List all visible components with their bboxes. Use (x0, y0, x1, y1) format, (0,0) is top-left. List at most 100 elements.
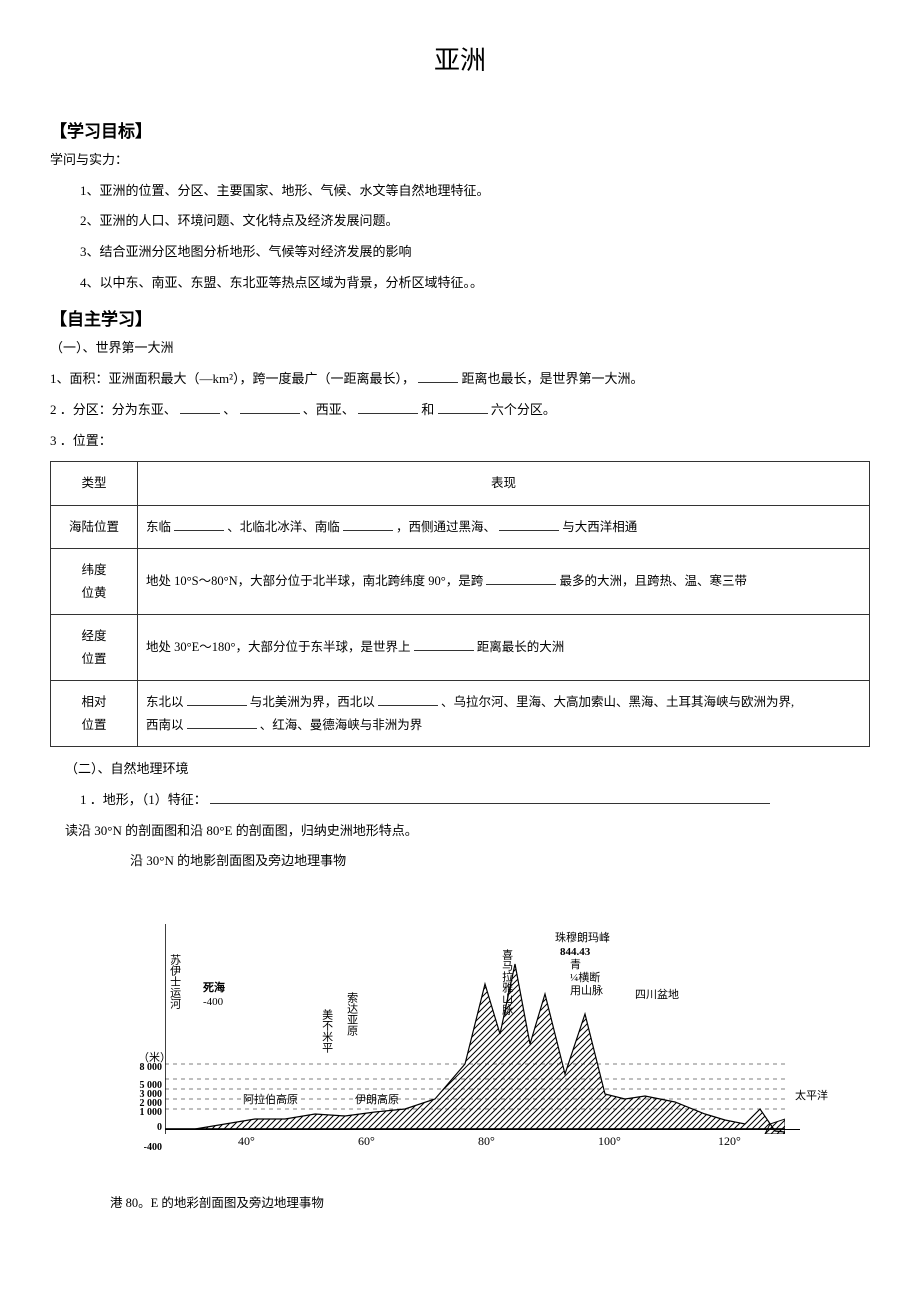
ytick-neg400: -400 (120, 1142, 162, 1153)
annot-arab-plateau: 阿拉伯高原 (243, 1094, 298, 1107)
r4-l2: 位置 (81, 718, 106, 732)
ytick-1000: 1 000 (120, 1107, 162, 1118)
blank-r4c[interactable] (187, 715, 257, 729)
blank-r2[interactable] (486, 572, 556, 586)
blank-p1[interactable] (180, 400, 220, 414)
r4-l2b: 、红海、曼德海峡与非洲为界 (260, 718, 423, 732)
objectives-sub: 学问与实力： (50, 148, 870, 173)
x-axis (165, 1129, 800, 1130)
area-pre: 1、面积：亚洲面积最大（—km²），跨一度最广（一距离最长）， (50, 371, 415, 386)
ytick-8000: 8 000 (120, 1062, 162, 1073)
table-row: 纬度 位黄 地处 10°S～80°N，大部分位于北半球，南北跨纬度 90°，是跨… (51, 549, 870, 615)
r1-post: 与大西洋相通 (562, 520, 637, 534)
r4-l1: 相对 (81, 695, 106, 709)
objective-2: 2、亚洲的人口、环境问题、文化特点及经济发展问题。 (50, 209, 870, 234)
r1-seg3: ，西侧通过黑海、 (396, 520, 496, 534)
th-type: 类型 (51, 462, 138, 506)
profile-chart-30n: （米） 8 000 5 000 3 000 2 000 1 000 0 -400… (110, 894, 800, 1174)
table-row: 海陆位置 东临 、北临北冰洋、南临 ，西侧通过黑海、 与大西洋相通 (51, 505, 870, 549)
r2-l1: 纬度 (81, 563, 106, 577)
ytick-0: 0 (120, 1122, 162, 1133)
annot-everest: 珠穆朗玛峰 (555, 932, 610, 945)
r2-pre: 地处 10°S～80°N，大部分位于北半球，南北跨纬度 90°，是跨 (146, 574, 483, 588)
objective-4: 4、以中东、南亚、东盟、东北亚等热点区域为背景，分析区域特征。。 (50, 271, 870, 296)
blank-p4[interactable] (438, 400, 488, 414)
area-post: 距离也最长，是世界第一大洲。 (462, 371, 644, 386)
annot-pacific: 太平洋 (795, 1090, 828, 1103)
xtick-80: 80° (478, 1134, 495, 1149)
blank-r1a[interactable] (174, 517, 224, 531)
annot-dead-sea: 死海 (203, 982, 225, 995)
annot-sichuan: 四川盆地 (635, 989, 679, 1002)
page-title: 亚洲 (50, 40, 870, 77)
xtick-40: 40° (238, 1134, 255, 1149)
xtick-60: 60° (358, 1134, 375, 1149)
annot-mesopotamia: 美不米平 (320, 1009, 333, 1053)
blank-r4a[interactable] (187, 693, 247, 707)
r4-pre: 东北以 (146, 695, 187, 709)
row4-content: 东北以 与北美洲为界，西北以 、乌拉尔河、里海、大高加索山、黑海、土耳其海峡与欧… (138, 681, 870, 747)
r1-pre: 东临 (146, 520, 174, 534)
terrain-label: 1 ．地形，（1）特征： (80, 792, 207, 807)
partition-mid3: 和 (421, 402, 434, 417)
th-content: 表现 (138, 462, 870, 506)
blank-area[interactable] (418, 369, 458, 383)
xtick-100: 100° (598, 1134, 621, 1149)
blank-r3[interactable] (414, 638, 474, 652)
partition-pre: 2 ．分区：分为东亚、 (50, 402, 177, 417)
row3-content: 地处 30°E～180°，大部分位于东半球，是世界上 距离最长的大洲 (138, 615, 870, 681)
profile-caption-2: 港 80。E 的地彩剖面图及旁边地理事物 (110, 1192, 870, 1211)
r2-post: 最多的大洲，且跨热、温、寒三带 (559, 574, 747, 588)
row1-label: 海陆位置 (51, 505, 138, 549)
location-label: 3 ．位置： (50, 429, 870, 454)
profile-caption-1: 沿 30°N 的地影剖面图及旁边地理事物 (50, 849, 870, 874)
annot-hengduan: ¼横断 (570, 972, 600, 985)
blank-terrain[interactable] (210, 790, 770, 804)
location-table: 类型 表现 海陆位置 东临 、北临北冰洋、南临 ，西侧通过黑海、 与大西洋相通 … (50, 461, 870, 747)
row2-content: 地处 10°S～80°N，大部分位于北半球，南北跨纬度 90°，是跨 最多的大洲… (138, 549, 870, 615)
r1-seg2: 、北临北冰洋、南临 (227, 520, 343, 534)
annot-hengduan2: 用山脉 (570, 985, 603, 998)
r4-seg2: 与北美洲为界，西北以 (250, 695, 375, 709)
partition-line: 2 ．分区：分为东亚、 、 、西亚、 和 六个分区。 (50, 398, 870, 423)
row2-label: 纬度 位黄 (51, 549, 138, 615)
terrain-line: 1 ．地形，（1）特征： (50, 788, 870, 813)
annot-dead-sea-depth: -400 (203, 996, 223, 1009)
annot-suez: 苏伊士运河 (168, 954, 181, 1009)
blank-p2[interactable] (240, 400, 300, 414)
partition-mid2: 、西亚、 (303, 402, 355, 417)
objectives-header: 【学习目标】 (50, 117, 870, 142)
annot-qing: 青 (570, 959, 581, 972)
blank-p3[interactable] (358, 400, 418, 414)
r4-l2a: 西南以 (146, 718, 187, 732)
table-header-row: 类型 表现 (51, 462, 870, 506)
objective-3: 3、结合亚洲分区地图分析地形、气候等对经济发展的影响 (50, 240, 870, 265)
r4-seg3: 、乌拉尔河、里海、大高加索山、黑海、土耳其海峡与欧洲为界, (441, 695, 794, 709)
annot-everest-h: 844.43 (560, 946, 590, 959)
table-row: 经度 位置 地处 30°E～180°，大部分位于东半球，是世界上 距离最长的大洲 (51, 615, 870, 681)
r3-pre: 地处 30°E～180°，大部分位于东半球，是世界上 (146, 640, 414, 654)
row4-label: 相对 位置 (51, 681, 138, 747)
row3-label: 经度 位置 (51, 615, 138, 681)
row1-content: 东临 、北临北冰洋、南临 ，西侧通过黑海、 与大西洋相通 (138, 505, 870, 549)
profile-intro: 读沿 30°N 的剖面图和沿 80°E 的剖面图，归纳史洲地形特点。 (50, 819, 870, 844)
xtick-120: 120° (718, 1134, 741, 1149)
r2-l2: 位黄 (81, 586, 106, 600)
annot-soda: 索达亚原 (345, 992, 358, 1036)
annot-iran-plateau: 伊朗高原 (355, 1094, 399, 1107)
sub2-heading: （二）、自然地理环境 (50, 757, 870, 782)
self-study-header: 【自主学习】 (50, 305, 870, 330)
r3-l1: 经度 (81, 629, 106, 643)
area-line: 1、面积：亚洲面积最大（—km²），跨一度最广（一距离最长）， 距离也最长，是世… (50, 367, 870, 392)
objective-1: 1、亚洲的位置、分区、主要国家、地形、气候、水文等自然地理特征。 (50, 179, 870, 204)
r3-post: 距离最长的大洲 (477, 640, 565, 654)
blank-r1c[interactable] (499, 517, 559, 531)
blank-r1b[interactable] (343, 517, 393, 531)
partition-post: 六个分区。 (491, 402, 556, 417)
table-row: 相对 位置 东北以 与北美洲为界，西北以 、乌拉尔河、里海、大高加索山、黑海、土… (51, 681, 870, 747)
annot-himalaya: 喜马拉雅山脉 (500, 949, 513, 1015)
partition-mid1: 、 (223, 402, 236, 417)
blank-r4b[interactable] (378, 693, 438, 707)
r3-l2: 位置 (81, 652, 106, 666)
sub1-heading: （一）、世界第一大洲 (50, 336, 870, 361)
